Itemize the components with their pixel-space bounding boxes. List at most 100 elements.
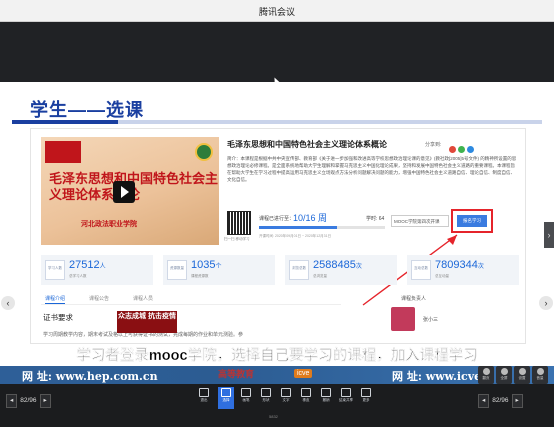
stat-interactions-unit: 次 <box>477 264 484 270</box>
school-emblem-icon <box>195 143 213 161</box>
prev-page-button[interactable]: ◂ <box>6 394 18 408</box>
stat-resources-icon: 资源数量 <box>167 260 187 280</box>
stat-interactions-value: 7809344 <box>435 259 478 271</box>
course-stats: 学习人数 27512人 总学习人数 资源数量 1035个 课程资源数 浏览总数 … <box>41 255 519 285</box>
footer-icve-logo: icve <box>294 369 313 378</box>
exit-icon <box>199 388 209 397</box>
stat-learners: 学习人数 27512人 总学习人数 <box>41 255 153 285</box>
progress-label: 课程已进行至： <box>259 216 295 222</box>
wechat-icon[interactable] <box>458 146 465 153</box>
tray-button-volume[interactable]: 音量 <box>532 366 548 384</box>
meeting-stage-top <box>0 22 554 91</box>
course-video[interactable]: 毛泽东思想和中国特色社会主义理论体系概论 河北政法职业学院 <box>41 137 219 245</box>
video-school: 河北政法职业学院 <box>81 221 137 228</box>
play-icon[interactable] <box>113 181 135 203</box>
tool-exit[interactable]: 退出 <box>196 387 212 409</box>
tool-shape[interactable]: 形状 <box>258 387 274 409</box>
course-tabs: 课程介绍 课程公告 课程人员 <box>41 293 341 305</box>
tool-exit-label: 退出 <box>200 398 208 402</box>
session-select[interactable]: MOOC学院第四次开课 <box>391 215 449 227</box>
next-page-button[interactable]: ▸ <box>39 394 51 408</box>
tool-stop-share[interactable]: 结束共享 <box>338 387 354 409</box>
tool-undo[interactable]: 撤销 <box>318 387 334 409</box>
tool-more[interactable]: 更多 <box>358 387 374 409</box>
stat-learners-unit: 人 <box>99 264 106 270</box>
footer-url-left: 网 址: www.hep.com.cn <box>22 370 158 383</box>
more-icon <box>361 388 371 397</box>
stat-learners-icon: 学习人数 <box>45 260 65 280</box>
course-hours: 学时: 64 <box>366 216 385 222</box>
course-dates: 开课时间: 2020年09月01日 ~ 2020年12月31日 <box>259 234 332 238</box>
qr-code-icon <box>227 211 251 235</box>
flag-icon <box>45 141 81 163</box>
course-name: 毛泽东思想和中国特色社会主义理论体系概论 <box>227 140 387 149</box>
side-panel-toggle-icon[interactable]: › <box>544 222 554 248</box>
tool-select-label: 选择 <box>222 398 230 402</box>
prev-slide-arrow-icon[interactable]: ‹ <box>1 296 15 310</box>
section-text: 学习周期教学内容，期末考试及格以上可获得证书的测试，完成每期的作业和单元测验。参 <box>43 332 244 338</box>
prev-page-button-right[interactable]: ◂ <box>478 394 490 408</box>
slide-caption: 学习者登录mooc学院，选择自己要学习的课程，加入课程学习 <box>76 348 478 364</box>
page-control-left: ◂ 82/96 ▸ <box>6 394 54 408</box>
stat-views-unit: 次 <box>355 264 362 270</box>
qq-icon[interactable] <box>467 146 474 153</box>
page-icon <box>482 368 490 375</box>
undo-icon <box>321 388 331 397</box>
stat-resources-unit: 个 <box>215 264 222 270</box>
slide-footer-band: 网 址: www.hep.com.cn 高等教育 icve 网 址: www.i… <box>0 366 554 384</box>
tool-eraser-label: 橡皮 <box>302 398 310 402</box>
tab-staff[interactable]: 课程人员 <box>133 295 153 302</box>
tab-notice[interactable]: 课程公告 <box>89 295 109 302</box>
join-course-button[interactable]: 报名学习 <box>457 215 487 227</box>
owner-label: 课程负责人 <box>401 296 427 302</box>
page-indicator-right: 82/96 <box>492 397 509 404</box>
annotation-toolbar: ◂ 82/96 ▸ 退出 选择 画笔 形状 文字 橡皮 撤销 结束共享 更多 583… <box>0 384 554 427</box>
tool-more-label: 更多 <box>362 398 370 402</box>
next-slide-arrow-icon[interactable]: › <box>539 296 553 310</box>
stat-resources-sub: 课程资源数 <box>191 274 209 278</box>
tool-select[interactable]: 选择 <box>218 387 234 409</box>
tool-pen-label: 画笔 <box>242 398 250 402</box>
tray-label-settings: 设置 <box>518 376 526 380</box>
page-control-right: ◂ 82/96 ▸ <box>478 394 526 408</box>
tool-undo-label: 撤销 <box>322 398 330 402</box>
title-divider <box>12 120 542 124</box>
course-description: 简介：本课程是根据中共中央宣传部、教育部《关于进一步加强和改进高等学校思想政治理… <box>227 156 517 182</box>
tray-button-settings[interactable]: 设置 <box>514 366 530 384</box>
owner-name: 张小三 <box>423 317 439 323</box>
weibo-icon[interactable] <box>449 146 456 153</box>
tool-shape-label: 形状 <box>262 398 270 402</box>
tool-eraser[interactable]: 橡皮 <box>298 387 314 409</box>
text-icon <box>281 388 291 397</box>
slide-title: 学生——选课 <box>30 100 144 120</box>
pen-icon <box>241 388 251 397</box>
avatar <box>391 307 415 331</box>
tray-label-fullscreen: 全屏 <box>500 376 508 380</box>
tab-intro[interactable]: 课程介绍 <box>45 295 66 304</box>
tool-pen[interactable]: 画笔 <box>238 387 254 409</box>
tray-button-page[interactable]: 翻页 <box>478 366 494 384</box>
join-highlight-box: 报名学习 <box>451 209 493 233</box>
tool-text[interactable]: 文字 <box>278 387 294 409</box>
progress-bar-fill <box>259 226 338 229</box>
window-title: 腾讯会议 <box>258 7 295 17</box>
stat-interactions: 互动总数 7809344次 总互动量 <box>407 255 519 285</box>
page-indicator-left: 82/96 <box>20 397 37 404</box>
progress-value: 10/16 周 <box>293 213 328 223</box>
progress-bar <box>259 226 385 229</box>
stat-learners-sub: 总学习人数 <box>69 274 87 278</box>
next-page-button-right[interactable]: ▸ <box>511 394 523 408</box>
tray-label-volume: 音量 <box>536 376 544 380</box>
footer-logo-text: 高等教育 <box>218 369 255 379</box>
window-titlebar: 腾讯会议 <box>0 0 554 22</box>
shared-slide: 学生——选课 毛泽东思想和中国特色社会主义理论体系概论 河北政法职业学院 毛泽东… <box>0 82 554 384</box>
tool-text-label: 文字 <box>282 398 290 402</box>
stat-interactions-icon: 互动总数 <box>411 260 431 280</box>
slide-number: 5832 <box>269 414 278 419</box>
stop-share-icon <box>341 388 351 397</box>
stat-resources-value: 1035 <box>191 259 216 271</box>
course-page-screenshot: 毛泽东思想和中国特色社会主义理论体系概论 河北政法职业学院 毛泽东思想和中国特色… <box>30 128 526 344</box>
qr-caption: 扫一扫 移动学习 <box>224 237 250 241</box>
tray-button-fullscreen[interactable]: 全屏 <box>496 366 512 384</box>
gear-icon <box>518 368 526 375</box>
